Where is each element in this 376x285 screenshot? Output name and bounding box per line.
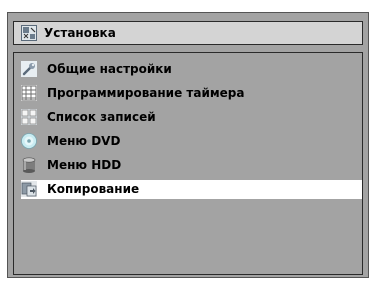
menu-item-hdd-menu[interactable]: Меню HDD	[21, 156, 362, 175]
menu-item-copy[interactable]: Копирование	[21, 180, 362, 199]
menu-item-recording-list[interactable]: Список записей	[21, 108, 362, 127]
menu-item-timer-programming[interactable]: Программирование таймера	[21, 84, 362, 103]
recording-list-icon	[21, 109, 37, 125]
page-title: Установка	[44, 26, 116, 40]
setup-icon	[21, 25, 37, 41]
menu-item-label: Меню HDD	[47, 158, 122, 172]
menu-item-label: Список записей	[47, 110, 156, 124]
menu-item-label: Программирование таймера	[47, 86, 245, 100]
title-bar: Установка	[13, 21, 363, 45]
menu-item-general-settings[interactable]: Общие настройки	[21, 60, 362, 79]
setup-screen: Установка Общие настройки Программирован…	[0, 0, 376, 285]
timer-grid-icon	[21, 85, 37, 101]
menu-item-label: Общие настройки	[47, 62, 172, 76]
wrench-icon	[21, 61, 37, 77]
menu-item-dvd-menu[interactable]: Меню DVD	[21, 132, 362, 151]
dvd-disc-icon	[21, 133, 37, 149]
menu-panel: Общие настройки Программирование таймера…	[13, 52, 363, 275]
copy-icon	[21, 181, 37, 197]
menu-item-label: Меню DVD	[47, 134, 121, 148]
hdd-cylinder-icon	[22, 157, 36, 173]
menu-item-label: Копирование	[47, 182, 140, 196]
